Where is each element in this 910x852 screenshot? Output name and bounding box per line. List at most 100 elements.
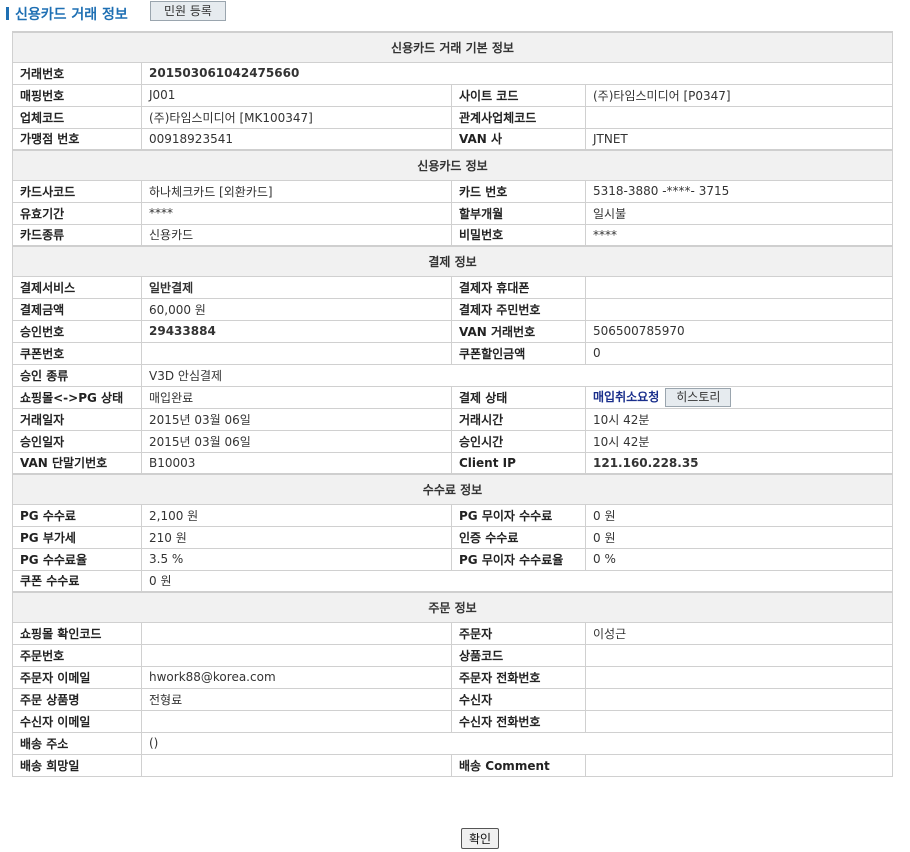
delivery-comment bbox=[585, 753, 893, 777]
table-row: PG 수수료율 3.5 % PG 무이자 수수료율 0 % bbox=[12, 547, 893, 571]
table-row: PG 부가세 210 원 인증 수수료 0 원 bbox=[12, 525, 893, 549]
title-bullet-icon bbox=[6, 7, 9, 20]
table-row: 수신자 이메일 수신자 전화번호 bbox=[12, 709, 893, 733]
product-code bbox=[585, 643, 893, 667]
section-order-info: 주문 정보 bbox=[12, 591, 893, 623]
field-label: PG 수수료 bbox=[12, 503, 142, 527]
field-label: 매핑번호 bbox=[12, 83, 142, 107]
confirm-button[interactable]: 확인 bbox=[461, 828, 499, 849]
mall-confirm-code bbox=[141, 621, 452, 645]
field-label: VAN 단말기번호 bbox=[12, 451, 142, 475]
approval-time: 10시 42분 bbox=[585, 429, 893, 453]
payment-status: 매입취소요청 bbox=[593, 389, 660, 404]
company-code: (주)타임스미디어 [MK100347] bbox=[141, 105, 452, 129]
field-label: 카드종류 bbox=[12, 223, 142, 247]
field-label: 유효기간 bbox=[12, 201, 142, 225]
table-row: 쿠폰 수수료 0 원 bbox=[12, 569, 893, 593]
section-title: 수수료 정보 bbox=[12, 473, 893, 505]
auth-fee: 0 원 bbox=[585, 525, 893, 549]
field-label: VAN 거래번호 bbox=[451, 319, 586, 343]
receiver-email bbox=[141, 709, 452, 733]
field-label: 쿠폰할인금액 bbox=[451, 341, 586, 365]
orderer-name: 이성근 bbox=[585, 621, 893, 645]
field-label: 쇼핑몰 확인코드 bbox=[12, 621, 142, 645]
field-label: Client IP bbox=[451, 451, 586, 475]
table-row: 거래일자 2015년 03월 06일 거래시간 10시 42분 bbox=[12, 407, 893, 431]
field-label: 주문자 bbox=[451, 621, 586, 645]
field-label: 할부개월 bbox=[451, 201, 586, 225]
field-label: 카드사코드 bbox=[12, 179, 142, 203]
field-label: 결제자 주민번호 bbox=[451, 297, 586, 321]
product-name: 전형료 bbox=[141, 687, 452, 711]
card-issuer: 하나체크카드 [외환카드] bbox=[141, 179, 452, 203]
payer-resident-number bbox=[585, 297, 893, 321]
field-label: PG 부가세 bbox=[12, 525, 142, 549]
coupon-discount: 0 bbox=[585, 341, 893, 365]
field-label: 가맹점 번호 bbox=[12, 127, 142, 151]
table-row: PG 수수료 2,100 원 PG 무이자 수수료 0 원 bbox=[12, 503, 893, 527]
delivery-address: () bbox=[141, 731, 893, 755]
pg-interest-free-fee-rate: 0 % bbox=[585, 547, 893, 571]
field-label: 관계사업체코드 bbox=[451, 105, 586, 129]
card-number: 5318-3880 -****- 3715 bbox=[585, 179, 893, 203]
field-label: 업체코드 bbox=[12, 105, 142, 129]
merchant-number: 00918923541 bbox=[141, 127, 452, 151]
transaction-date: 2015년 03월 06일 bbox=[141, 407, 452, 431]
section-fee-info: 수수료 정보 bbox=[12, 473, 893, 505]
table-row: 결제금액 60,000 원 결제자 주민번호 bbox=[12, 297, 893, 321]
section-basic-info: 신용카드 거래 기본 정보 bbox=[12, 31, 893, 63]
section-title: 주문 정보 bbox=[12, 591, 893, 623]
field-label: 결제 상태 bbox=[451, 385, 586, 409]
van-transaction-number: 506500785970 bbox=[585, 319, 893, 343]
table-row: 주문자 이메일 hwork88@korea.com 주문자 전화번호 bbox=[12, 665, 893, 689]
field-label: 쇼핑몰<->PG 상태 bbox=[12, 385, 142, 409]
field-label: 주문자 이메일 bbox=[12, 665, 142, 689]
table-row: 결제서비스 일반결제 결제자 휴대폰 bbox=[12, 275, 893, 299]
section-payment-info: 결제 정보 bbox=[12, 245, 893, 277]
pg-vat: 210 원 bbox=[141, 525, 452, 549]
page-header: 신용카드 거래 정보 민원 등록 bbox=[0, 0, 910, 26]
field-label: 상품코드 bbox=[451, 643, 586, 667]
payment-status-cell: 매입취소요청 히스토리 bbox=[585, 385, 893, 409]
table-row: 승인번호 29433884 VAN 거래번호 506500785970 bbox=[12, 319, 893, 343]
table-row: 승인일자 2015년 03월 06일 승인시간 10시 42분 bbox=[12, 429, 893, 453]
field-label: 주문번호 bbox=[12, 643, 142, 667]
card-type: 신용카드 bbox=[141, 223, 452, 247]
section-title: 신용카드 정보 bbox=[12, 149, 893, 181]
coupon-number bbox=[141, 341, 452, 365]
table-row: 매핑번호 J001 사이트 코드 (주)타임스미디어 [P0347] bbox=[12, 83, 893, 107]
delivery-date bbox=[141, 753, 452, 777]
orderer-phone bbox=[585, 665, 893, 689]
table-row: 업체코드 (주)타임스미디어 [MK100347] 관계사업체코드 bbox=[12, 105, 893, 129]
field-label: 결제금액 bbox=[12, 297, 142, 321]
field-label: 거래일자 bbox=[12, 407, 142, 431]
approval-type: V3D 안심결제 bbox=[141, 363, 893, 387]
table-row: 주문번호 상품코드 bbox=[12, 643, 893, 667]
approval-date: 2015년 03월 06일 bbox=[141, 429, 452, 453]
field-label: 주문자 전화번호 bbox=[451, 665, 586, 689]
payer-phone bbox=[585, 275, 893, 299]
field-label: 쿠폰 수수료 bbox=[12, 569, 142, 593]
orderer-email: hwork88@korea.com bbox=[141, 665, 452, 689]
table-row: 배송 주소 () bbox=[12, 731, 893, 755]
history-button[interactable]: 히스토리 bbox=[665, 387, 732, 407]
transaction-number: 201503061042475660 bbox=[141, 61, 893, 85]
field-label: 승인일자 bbox=[12, 429, 142, 453]
field-label: 승인 종류 bbox=[12, 363, 142, 387]
complaint-register-button[interactable]: 민원 등록 bbox=[150, 1, 226, 21]
table-row: 쇼핑몰 확인코드 주문자 이성근 bbox=[12, 621, 893, 645]
transaction-time: 10시 42분 bbox=[585, 407, 893, 431]
table-row: 쇼핑몰<->PG 상태 매입완료 결제 상태 매입취소요청 히스토리 bbox=[12, 385, 893, 409]
table-row: 카드사코드 하나체크카드 [외환카드] 카드 번호 5318-3880 -***… bbox=[12, 179, 893, 203]
field-label: 배송 희망일 bbox=[12, 753, 142, 777]
table-row: 거래번호 201503061042475660 bbox=[12, 61, 893, 85]
section-title: 결제 정보 bbox=[12, 245, 893, 277]
field-label: 결제서비스 bbox=[12, 275, 142, 299]
field-label: 수신자 bbox=[451, 687, 586, 711]
field-label: 수신자 전화번호 bbox=[451, 709, 586, 733]
payment-amount: 60,000 원 bbox=[141, 297, 452, 321]
mall-pg-status: 매입완료 bbox=[141, 385, 452, 409]
table-row: 카드종류 신용카드 비밀번호 **** bbox=[12, 223, 893, 247]
pg-fee-rate: 3.5 % bbox=[141, 547, 452, 571]
van-terminal-number: B10003 bbox=[141, 451, 452, 475]
